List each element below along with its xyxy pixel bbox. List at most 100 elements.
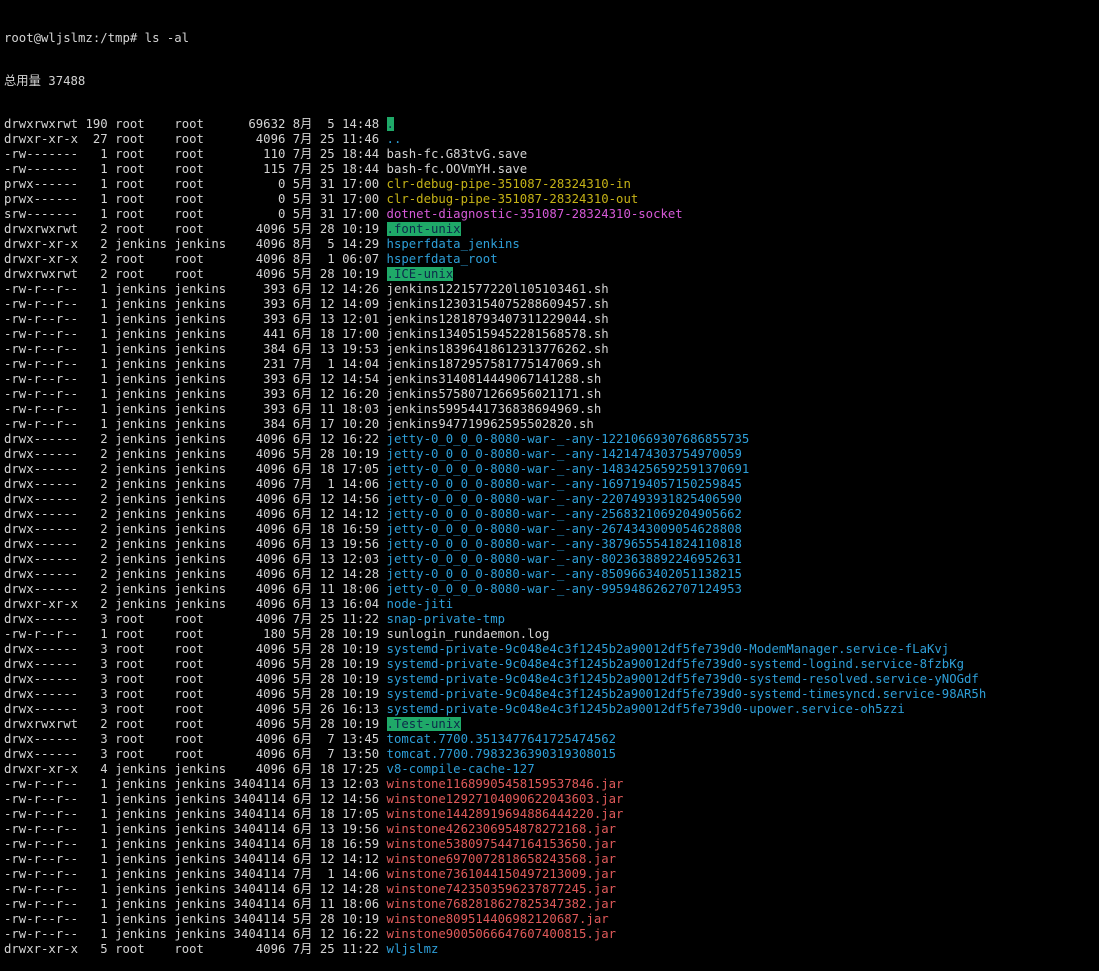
filename-cell[interactable]: winstone4262306954878272168.jar bbox=[387, 822, 617, 836]
filename-cell[interactable]: snap-private-tmp bbox=[387, 612, 505, 626]
filename-cell[interactable]: winstone11689905458159537846.jar bbox=[387, 777, 624, 791]
filename-cell[interactable]: jenkins12818793407311229044.sh bbox=[387, 312, 609, 326]
filename-cell[interactable]: systemd-private-9c048e4c3f1245b2a90012df… bbox=[387, 687, 987, 701]
permission-cell: -rw-r--r-- bbox=[4, 402, 79, 416]
listing-row: srw------- 1 root root 0 5月 31 17:00 dot… bbox=[4, 207, 1099, 222]
filename-cell[interactable]: winstone7682818627825347382.jar bbox=[387, 897, 617, 911]
filename-cell[interactable]: jenkins18396418612313776262.sh bbox=[387, 342, 609, 356]
filename-cell[interactable]: jetty-0_0_0_0-8080-war-_-any-25683210692… bbox=[387, 507, 742, 521]
permission-cell: drwxr-xr-x bbox=[4, 237, 79, 251]
listing-row: drwx------ 3 root root 4096 5月 26 16:13 … bbox=[4, 702, 1099, 717]
listing-row: drwxr-xr-x 27 root root 4096 7月 25 11:46… bbox=[4, 132, 1099, 147]
link-count-cell: 2 bbox=[85, 582, 108, 596]
filename-cell[interactable]: systemd-private-9c048e4c3f1245b2a90012df… bbox=[387, 672, 979, 686]
filename-cell[interactable]: bash-fc.OOVmYH.save bbox=[387, 162, 528, 176]
owner-cell: root bbox=[115, 627, 167, 641]
link-count-cell: 5 bbox=[85, 942, 108, 956]
owner-cell: jenkins bbox=[115, 597, 167, 611]
link-count-cell: 1 bbox=[85, 417, 108, 431]
filename-cell[interactable]: jenkins1221577220l105103461.sh bbox=[387, 282, 609, 296]
filename-cell[interactable]: clr-debug-pipe-351087-28324310-out bbox=[387, 192, 639, 206]
filename-cell[interactable]: .ICE-unix bbox=[386, 267, 454, 281]
day-cell: 18 bbox=[319, 327, 335, 341]
filename-cell[interactable]: winstone6970072818658243568.jar bbox=[387, 852, 617, 866]
owner-cell: jenkins bbox=[115, 327, 167, 341]
filename-cell[interactable]: jetty-0_0_0_0-8080-war-_-any-12210669307… bbox=[387, 432, 750, 446]
filename-cell[interactable]: hsperfdata_root bbox=[387, 252, 498, 266]
size-cell: 3404114 bbox=[233, 852, 286, 866]
filename-cell[interactable]: jenkins3140814449067141288.sh bbox=[387, 372, 602, 386]
filename-cell[interactable]: bash-fc.G83tvG.save bbox=[387, 147, 528, 161]
permission-cell: -rw-r--r-- bbox=[4, 837, 79, 851]
filename-cell[interactable]: winstone9005066647607400815.jar bbox=[387, 927, 617, 941]
filename-cell[interactable]: sunlogin_rundaemon.log bbox=[387, 627, 550, 641]
filename-cell[interactable]: jetty-0_0_0_0-8080-war-_-any-38796555418… bbox=[387, 537, 742, 551]
filename-cell[interactable]: v8-compile-cache-127 bbox=[387, 762, 535, 776]
filename-cell[interactable]: .Test-unix bbox=[386, 717, 461, 731]
day-cell: 13 bbox=[319, 537, 335, 551]
permission-cell: drwx------ bbox=[4, 657, 79, 671]
day-cell: 28 bbox=[319, 642, 335, 656]
filename-cell[interactable]: jetty-0_0_0_0-8080-war-_-any-85096634020… bbox=[387, 567, 742, 581]
filename-cell[interactable]: winstone12927104090622043603.jar bbox=[387, 792, 624, 806]
day-cell: 13 bbox=[319, 822, 335, 836]
month-cell: 5月 bbox=[292, 687, 313, 701]
filename-cell[interactable]: winstone7361044150497213009.jar bbox=[387, 867, 617, 881]
permission-cell: -rw------- bbox=[4, 147, 79, 161]
size-cell: 4096 bbox=[233, 237, 286, 251]
filename-cell[interactable]: jetty-0_0_0_0-8080-war-_-any-14214743037… bbox=[387, 447, 742, 461]
filename-cell[interactable]: winstone14428919694886444220.jar bbox=[387, 807, 624, 821]
filename-cell[interactable]: winstone809514406982120687.jar bbox=[387, 912, 609, 926]
filename-cell[interactable]: .. bbox=[387, 132, 402, 146]
month-cell: 8月 bbox=[292, 252, 313, 266]
listing-row: prwx------ 1 root root 0 5月 31 17:00 clr… bbox=[4, 192, 1099, 207]
filename-cell[interactable]: tomcat.7700.3513477641725474562 bbox=[387, 732, 617, 746]
filename-cell[interactable]: jenkins1872957581775147069.sh bbox=[387, 357, 602, 371]
filename-cell[interactable]: systemd-private-9c048e4c3f1245b2a90012df… bbox=[387, 657, 964, 671]
filename-cell[interactable]: clr-debug-pipe-351087-28324310-in bbox=[387, 177, 631, 191]
filename-cell[interactable]: winstone7423503596237877245.jar bbox=[387, 882, 617, 896]
filename-cell[interactable]: jetty-0_0_0_0-8080-war-_-any-16971940571… bbox=[387, 477, 742, 491]
owner-cell: jenkins bbox=[115, 552, 167, 566]
time-cell: 16:20 bbox=[342, 387, 380, 401]
group-cell: jenkins bbox=[174, 372, 227, 386]
filename-cell[interactable]: systemd-private-9c048e4c3f1245b2a90012df… bbox=[387, 642, 950, 656]
filename-cell[interactable]: jenkins13405159452281568578.sh bbox=[387, 327, 609, 341]
filename-cell[interactable]: jetty-0_0_0_0-8080-war-_-any-80236388922… bbox=[387, 552, 742, 566]
filename-cell[interactable]: .font-unix bbox=[386, 222, 461, 236]
filename-cell[interactable]: systemd-private-9c048e4c3f1245b2a90012df… bbox=[387, 702, 905, 716]
filename-cell[interactable]: jetty-0_0_0_0-8080-war-_-any-22074939318… bbox=[387, 492, 742, 506]
owner-cell: jenkins bbox=[115, 537, 167, 551]
listing-row: drwx------ 2 jenkins jenkins 4096 6月 18 … bbox=[4, 462, 1099, 477]
link-count-cell: 3 bbox=[85, 702, 108, 716]
terminal-window[interactable]: root@wljslmz:/tmp# ls -al 总用量 37488 drwx… bbox=[4, 3, 1099, 971]
filename-cell[interactable]: jenkins947719962595502820.sh bbox=[387, 417, 594, 431]
filename-cell[interactable]: winstone5380975447164153650.jar bbox=[387, 837, 617, 851]
filename-cell[interactable]: wljslmz bbox=[387, 942, 439, 956]
filename-cell[interactable]: . bbox=[386, 117, 394, 131]
filename-cell[interactable]: jetty-0_0_0_0-8080-war-_-any-99594862627… bbox=[387, 582, 742, 596]
filename-cell[interactable]: jenkins12303154075288609457.sh bbox=[387, 297, 609, 311]
group-cell: jenkins bbox=[174, 327, 227, 341]
filename-cell[interactable]: jenkins5995441736838694969.sh bbox=[387, 402, 602, 416]
filename-cell[interactable]: jetty-0_0_0_0-8080-war-_-any-26743430090… bbox=[387, 522, 742, 536]
filename-cell[interactable]: node-jiti bbox=[387, 597, 454, 611]
filename-cell[interactable]: dotnet-diagnostic-351087-28324310-socket bbox=[387, 207, 683, 221]
permission-cell: drwx------ bbox=[4, 702, 79, 716]
time-cell: 12:01 bbox=[342, 312, 380, 326]
group-cell: root bbox=[174, 132, 227, 146]
day-cell: 1 bbox=[319, 357, 335, 371]
time-cell: 19:56 bbox=[342, 537, 380, 551]
group-cell: root bbox=[174, 747, 227, 761]
filename-cell[interactable]: hsperfdata_jenkins bbox=[387, 237, 520, 251]
listing-row: drwx------ 2 jenkins jenkins 4096 7月 1 1… bbox=[4, 477, 1099, 492]
month-cell: 5月 bbox=[292, 912, 313, 926]
permission-cell: -rw-r--r-- bbox=[4, 357, 79, 371]
permission-cell: prwx------ bbox=[4, 177, 79, 191]
filename-cell[interactable]: tomcat.7700.7983236390319308015 bbox=[387, 747, 617, 761]
month-cell: 6月 bbox=[292, 882, 313, 896]
size-cell: 180 bbox=[233, 627, 286, 641]
filename-cell[interactable]: jetty-0_0_0_0-8080-war-_-any-14834256592… bbox=[387, 462, 750, 476]
link-count-cell: 1 bbox=[85, 327, 108, 341]
filename-cell[interactable]: jenkins5758071266956021171.sh bbox=[387, 387, 602, 401]
